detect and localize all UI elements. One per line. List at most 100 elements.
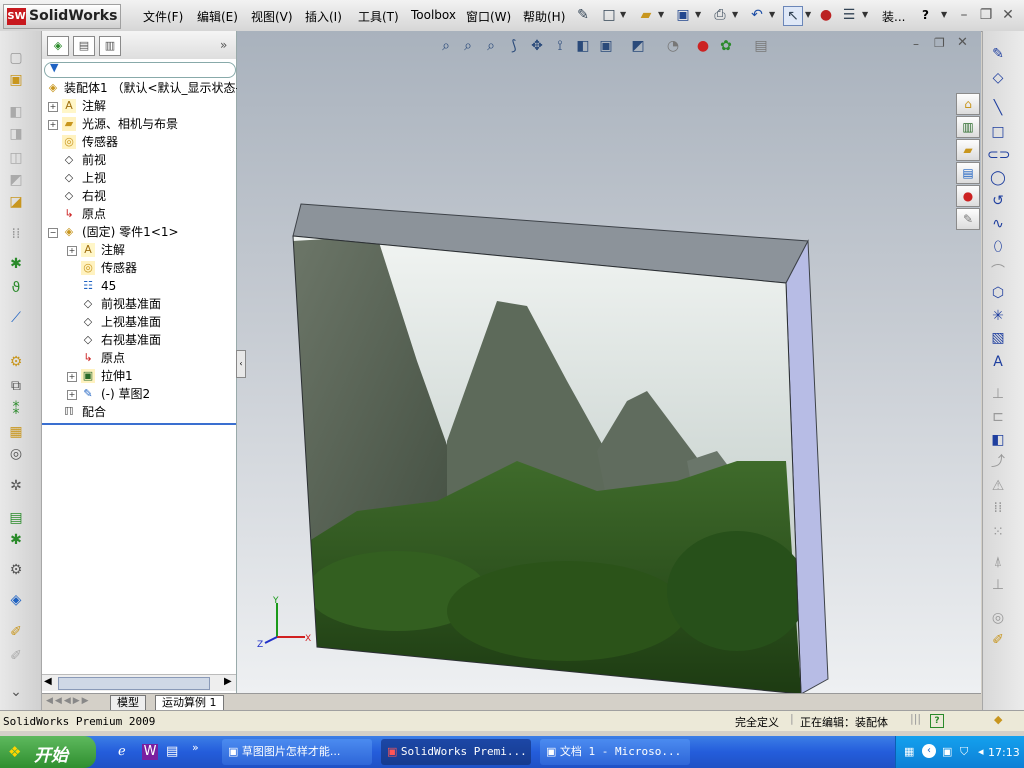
clip-icon[interactable]: ⧉	[6, 377, 26, 395]
exploded-view-icon[interactable]: ⟋	[6, 309, 26, 327]
tag-icon[interactable]: ◆	[994, 713, 1002, 726]
select-pointer-icon[interactable]: ↖	[783, 6, 803, 26]
menu-edit[interactable]: 编辑(E)	[197, 8, 238, 25]
quick-snaps-icon[interactable]: ✐	[987, 631, 1009, 649]
scroll-thumb[interactable]	[58, 677, 210, 690]
insert-component-icon[interactable]: ▢	[6, 49, 26, 67]
chevron-down-icon[interactable]: ▼	[805, 10, 811, 19]
feature-icon[interactable]: ◈	[6, 591, 26, 609]
taskbar-item[interactable]: ▣ 文档 1 - Microso...	[540, 739, 690, 765]
restore-icon[interactable]: ❐	[977, 6, 995, 24]
tree-node[interactable]: ◇ 前视	[42, 152, 236, 169]
rebuild-icon[interactable]: ●	[817, 6, 835, 24]
expand-toggle-icon[interactable]: −	[48, 228, 58, 238]
tab-motion-study[interactable]: 运动算例 1	[155, 695, 224, 711]
view-palette-icon[interactable]: ▤	[956, 162, 980, 184]
interference-icon[interactable]: ⚙	[6, 353, 26, 371]
bill-of-materials-icon[interactable]: ϑ	[6, 279, 26, 297]
security-shield-icon[interactable]: ⛉	[960, 745, 968, 759]
instant3d-icon[interactable]: ▦	[6, 423, 26, 441]
tree-node[interactable]: − ◈ (固定) 零件1<1>	[42, 224, 236, 241]
sketch-tools-icon[interactable]: ✐	[6, 623, 26, 641]
tree-node[interactable]: ◇ 上视	[42, 170, 236, 187]
tree-node[interactable]: ◇ 右视	[42, 188, 236, 205]
mate-icon[interactable]: ▣	[6, 71, 26, 89]
show-desktop-icon[interactable]: ▤	[166, 744, 178, 759]
tray-collapse-icon[interactable]: ‹	[922, 744, 936, 758]
camera-icon[interactable]: ◎	[6, 445, 26, 463]
tree-node[interactable]: ◎ 传感器	[42, 260, 236, 277]
scroll-left-icon[interactable]: ◀	[44, 676, 52, 687]
toolbox-icon[interactable]: ▤	[6, 509, 26, 527]
chevron-down-icon[interactable]: ▼	[941, 10, 947, 19]
chevron-down-icon[interactable]: ▼	[732, 10, 738, 19]
word-quicklaunch-icon[interactable]: W	[142, 744, 158, 760]
save-icon[interactable]: ▣	[674, 6, 692, 24]
reference-geometry-icon[interactable]: ⁞⁞	[6, 225, 26, 243]
appearances-icon[interactable]: ●	[956, 185, 980, 207]
gears-icon[interactable]: ✲	[6, 477, 26, 495]
clock[interactable]: 17:13	[988, 746, 1020, 759]
tree-node[interactable]: ◎ 传感器	[42, 134, 236, 151]
graphics-viewport[interactable]: ⌕ ⌕ ⌕ ⟆ ✥ ⟟ ◧ ▣ ◩ ◔ ● ✿ ▤ – ❐ ✕ Y X Z	[237, 31, 981, 693]
minimize-icon[interactable]: –	[955, 6, 973, 24]
file-explorer-icon[interactable]: ▰	[956, 139, 980, 161]
spline-icon[interactable]: ∿	[987, 215, 1009, 233]
menu-file[interactable]: 文件(F)	[143, 8, 183, 25]
property-manager-tab-icon[interactable]: ▤	[73, 36, 95, 56]
start-button[interactable]: ❖ 开始	[0, 736, 96, 768]
smart-fasteners-icon[interactable]: ◨	[6, 125, 26, 143]
expand-toggle-icon[interactable]: +	[67, 390, 77, 400]
assembly-features-icon[interactable]: ◪	[6, 193, 26, 211]
tree-node[interactable]: ◇ 右视基准面	[42, 332, 236, 349]
undo-icon[interactable]: ↶	[748, 6, 766, 24]
menu-tools[interactable]: 工具(T)	[358, 8, 399, 25]
pin-icon[interactable]: ✎	[574, 6, 592, 24]
chevron-down-icon[interactable]: ▼	[620, 10, 626, 19]
custom-properties-icon[interactable]: ✎	[956, 208, 980, 230]
align-icon[interactable]: ⁑	[6, 401, 26, 419]
home-icon[interactable]: ⌂	[956, 93, 980, 115]
panel-splitter-handle[interactable]: ‹	[236, 350, 246, 378]
tab-scroll-arrows[interactable]: ◀◀◀▶▶	[46, 696, 91, 706]
point-icon[interactable]: ✳	[987, 307, 1009, 325]
configuration-manager-tab-icon[interactable]: ▥	[99, 36, 121, 56]
quick-tips-icon[interactable]: ?	[930, 714, 944, 728]
chevron-down-icon[interactable]: ▼	[658, 10, 664, 19]
gear-icon[interactable]: ⚙	[6, 561, 26, 579]
tree-filter-input[interactable]: ▼	[44, 61, 236, 78]
expand-toggle-icon[interactable]: +	[48, 102, 58, 112]
smart-dimension-icon[interactable]: ◇	[987, 69, 1009, 87]
keyboard-icon[interactable]: ▦	[904, 745, 914, 758]
polygon-icon[interactable]: ⬡	[987, 284, 1009, 302]
circle-icon[interactable]: ◯	[987, 169, 1009, 187]
line-icon[interactable]: ╲	[987, 99, 1009, 117]
tree-node[interactable]: ◇ 前视基准面	[42, 296, 236, 313]
ellipse-icon[interactable]: ⬯	[987, 238, 1009, 256]
tree-node[interactable]: + ▰ 光源、相机与布景	[42, 116, 236, 133]
new-motion-study-icon[interactable]: ✱	[6, 255, 26, 273]
chevron-down-icon[interactable]: ▼	[862, 10, 868, 19]
tree-horizontal-scrollbar[interactable]: ◀ ▶	[42, 674, 236, 691]
linear-pattern-icon[interactable]: ◧	[6, 103, 26, 121]
offset-icon[interactable]: ◧	[987, 431, 1009, 449]
quicklaunch-more-icon[interactable]: »	[192, 741, 199, 754]
arc-icon[interactable]: ↺	[987, 192, 1009, 210]
expand-more-icon[interactable]: ⌄	[6, 683, 26, 701]
move-component-icon[interactable]: ◫	[6, 149, 26, 167]
design-library-icon[interactable]: ▥	[956, 116, 980, 138]
chevron-down-icon[interactable]: ▼	[769, 10, 775, 19]
tree-node[interactable]: + ▣ 拉伸1	[42, 368, 236, 385]
print-icon[interactable]: ⎙	[711, 6, 729, 24]
text-icon[interactable]: A	[987, 353, 1009, 371]
sketch-icon[interactable]: ✎	[987, 45, 1009, 63]
collapse-panel-icon[interactable]: »	[220, 38, 227, 52]
model-3d-view[interactable]: Y X Z	[237, 31, 981, 693]
tab-model[interactable]: 模型	[110, 695, 146, 711]
expand-toggle-icon[interactable]: +	[67, 372, 77, 382]
expand-toggle-icon[interactable]: +	[48, 120, 58, 130]
tree-node[interactable]: + A 注解	[42, 98, 236, 115]
tree-rollback-bar[interactable]	[42, 423, 236, 425]
tree-node[interactable]: ↳ 原点	[42, 350, 236, 367]
open-folder-icon[interactable]: ▰	[637, 6, 655, 24]
